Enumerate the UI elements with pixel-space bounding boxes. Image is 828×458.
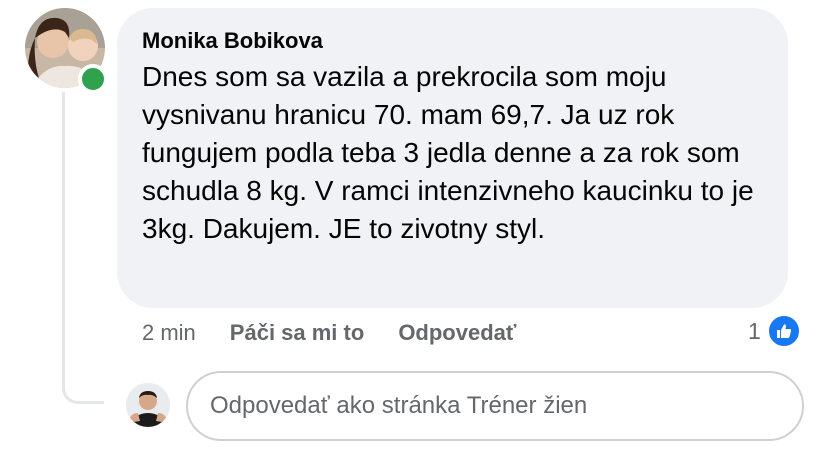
comment-author-name[interactable]: Monika Bobikova xyxy=(142,26,762,56)
comment-bubble: Monika Bobikova Dnes som sa vazila a pre… xyxy=(117,8,788,308)
reply-button[interactable]: Odpovedať xyxy=(398,320,516,346)
thread-connector-line xyxy=(62,92,104,404)
reaction-summary[interactable]: 1 xyxy=(748,314,801,348)
reply-input[interactable] xyxy=(186,371,804,441)
reaction-count: 1 xyxy=(748,317,761,344)
comment-text: Dnes som sa vazila a prekrocila som moju… xyxy=(142,61,754,244)
comment-timestamp[interactable]: 2 min xyxy=(142,320,196,346)
comment-actions: 2 min Páči sa mi to Odpovedať xyxy=(142,318,550,348)
like-button[interactable]: Páči sa mi to xyxy=(230,320,365,346)
page-avatar[interactable] xyxy=(126,383,170,427)
online-status-icon xyxy=(78,64,108,94)
thumbs-up-icon xyxy=(766,314,801,348)
